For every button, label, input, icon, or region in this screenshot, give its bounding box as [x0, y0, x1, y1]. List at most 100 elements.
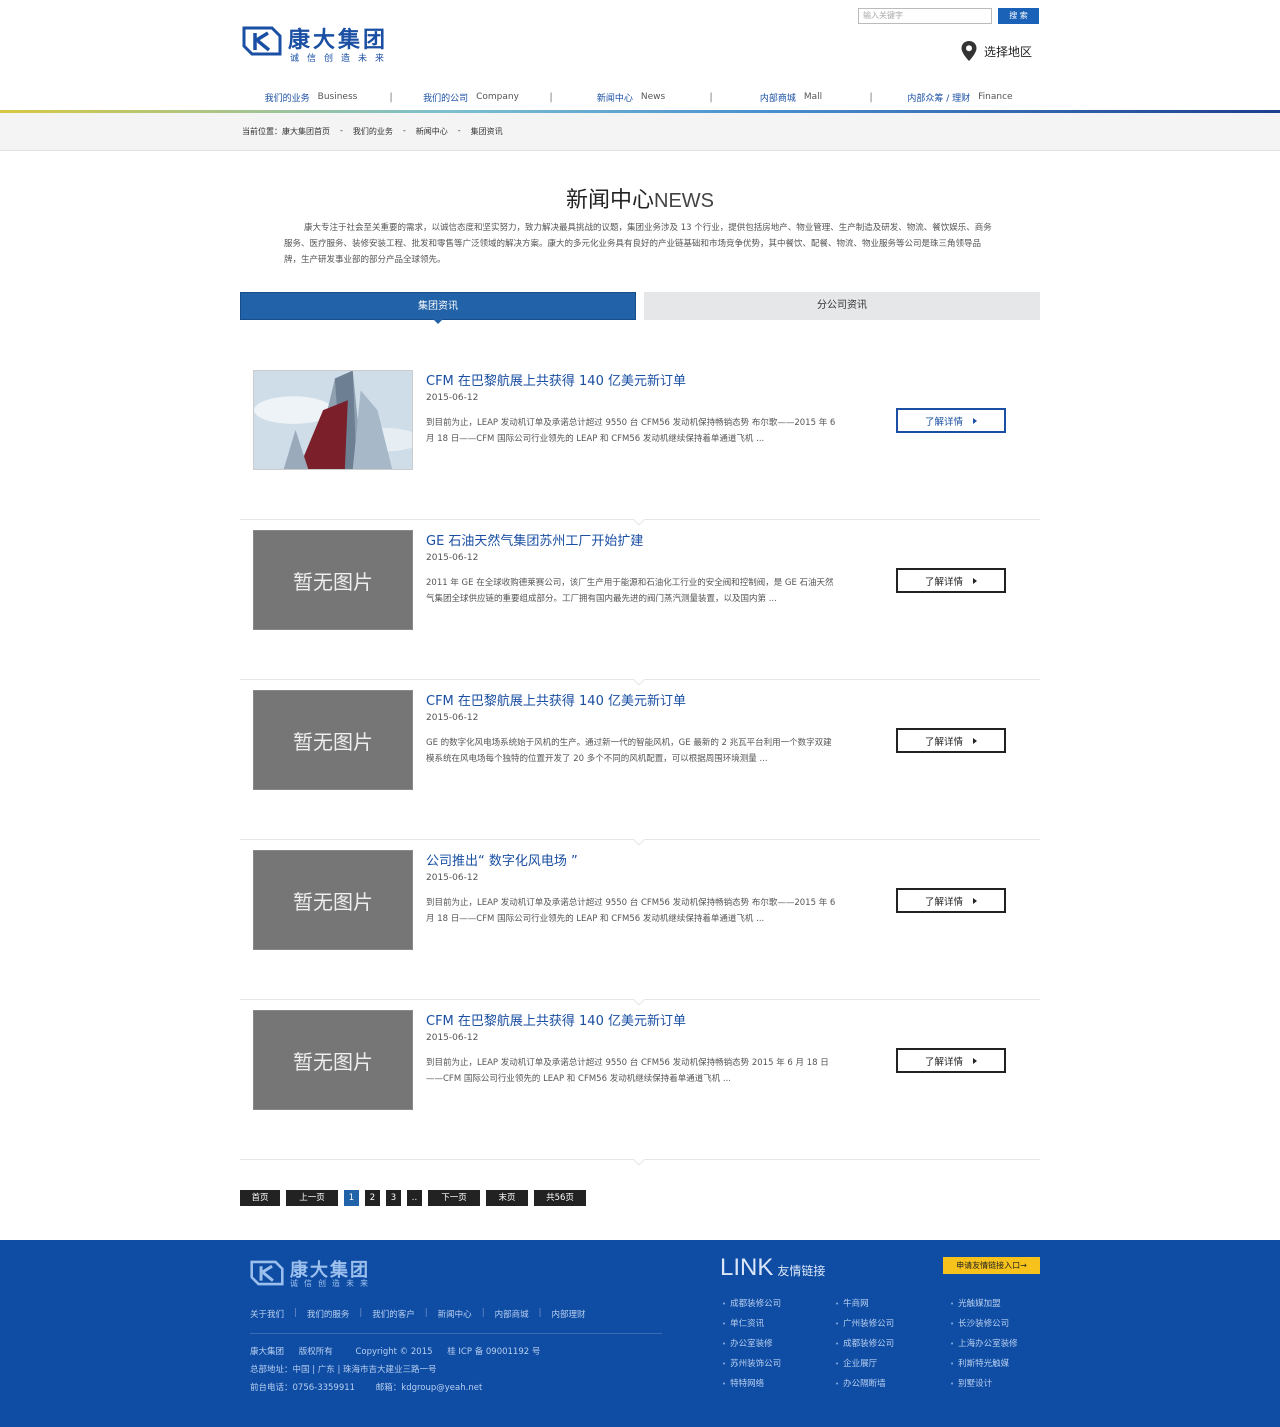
news-title[interactable]: CFM 在巴黎航展上共获得 140 亿美元新订单	[426, 690, 686, 709]
tab-branch-news[interactable]: 分公司资讯	[644, 292, 1040, 320]
friend-links-column: 光触媒加盟 长沙装修公司 上海办公室装修 利斯特光触媒 别墅设计	[950, 1296, 1018, 1396]
news-title[interactable]: CFM 在巴黎航展上共获得 140 亿美元新订单	[426, 1010, 686, 1029]
nav-item-company[interactable]: 我们的公司 Company	[400, 91, 542, 104]
nav-label-cn: 我们的公司	[423, 93, 469, 104]
page-title-en: NEWS	[654, 190, 714, 212]
news-date: 2015-06-12	[426, 713, 479, 723]
news-thumbnail[interactable]: 暂无图片	[253, 530, 413, 630]
read-more-button[interactable]: 了解详情	[896, 568, 1006, 593]
list-item: 暂无图片 公司推出“ 数字化风电场 ” 2015-06-12 到目前为止，LEA…	[240, 840, 1040, 1006]
news-thumbnail[interactable]	[253, 370, 413, 470]
news-thumbnail[interactable]: 暂无图片	[253, 690, 413, 790]
pager-first[interactable]: 首页	[240, 1190, 280, 1206]
region-selector[interactable]: 选择地区	[960, 40, 1032, 62]
arrow-right-icon	[973, 417, 977, 424]
news-thumbnail[interactable]: 暂无图片	[253, 850, 413, 950]
pager-ellipsis: ..	[407, 1190, 422, 1206]
nav-label-cn: 内部众筹 / 理财	[907, 93, 971, 104]
friend-link[interactable]: 牛商网	[835, 1296, 894, 1316]
nav-item-news[interactable]: 新闻中心 News	[560, 91, 702, 104]
nav-label-cn: 内部商城	[759, 93, 796, 104]
friend-link[interactable]: 特特网络	[722, 1376, 781, 1396]
search-input[interactable]: 输入关键字	[858, 8, 992, 24]
no-image-placeholder: 暂无图片	[293, 889, 373, 914]
pager-page-2[interactable]: 2	[365, 1190, 380, 1206]
list-item: 暂无图片 CFM 在巴黎航展上共获得 140 亿美元新订单 2015-06-12…	[240, 1000, 1040, 1166]
search-button[interactable]: 搜 索	[998, 8, 1039, 24]
pager-next[interactable]: 下一页	[428, 1190, 480, 1206]
nav-label-en: Finance	[978, 92, 1013, 102]
read-more-label: 了解详情	[924, 896, 963, 908]
pager-page-3[interactable]: 3	[386, 1190, 401, 1206]
read-more-button[interactable]: 了解详情	[896, 888, 1006, 913]
nav-item-mall[interactable]: 内部商城 Mall	[720, 91, 862, 104]
pager-page-1[interactable]: 1	[344, 1190, 359, 1206]
friend-links-column: 牛商网 广州装修公司 成都装修公司 企业展厅 办公隔断墙	[835, 1296, 894, 1396]
footer-link-mall[interactable]: 内部商城	[495, 1308, 529, 1320]
footer-link-services[interactable]: 我们的服务	[307, 1308, 350, 1320]
breadcrumb-sep: -	[340, 126, 343, 135]
pager-prev[interactable]: 上一页	[286, 1190, 338, 1206]
news-summary: GE 的数字化风电场系统始于风机的生产。通过新一代的智能风机，GE 最新的 2 …	[426, 738, 832, 764]
news-title[interactable]: 公司推出“ 数字化风电场 ”	[426, 850, 578, 869]
logo[interactable]: 康大集团 诚信创造未来	[242, 22, 412, 64]
breadcrumb-item[interactable]: 我们的业务	[353, 126, 393, 137]
news-date: 2015-06-12	[426, 873, 479, 883]
friend-link[interactable]: 长沙装修公司	[950, 1316, 1018, 1336]
friend-link[interactable]: 成都装修公司	[835, 1336, 894, 1356]
arrow-right-icon	[973, 737, 977, 744]
no-image-placeholder: 暂无图片	[293, 569, 373, 594]
friend-link[interactable]: 企业展厅	[835, 1356, 894, 1376]
divider-notch	[633, 1154, 645, 1166]
breadcrumb-sep: -	[457, 126, 461, 135]
friend-link[interactable]: 单仁资讯	[722, 1316, 781, 1336]
friend-link[interactable]: 办公隔断墙	[835, 1376, 894, 1396]
news-title[interactable]: GE 石油天然气集团苏州工厂开始扩建	[426, 530, 643, 549]
arrow-right-icon	[973, 577, 977, 584]
pager-last[interactable]: 末页	[486, 1190, 528, 1206]
nav-label-en: Company	[476, 92, 519, 102]
friend-link[interactable]: 办公室装修	[722, 1336, 781, 1356]
breadcrumb-item[interactable]: 新闻中心	[416, 126, 448, 137]
friend-link[interactable]: 别墅设计	[950, 1376, 1018, 1396]
arrow-right-icon	[973, 897, 977, 904]
nav-label-en: Mall	[803, 92, 823, 102]
footer-nav: 关于我们 | 我们的服务 | 我们的客户 | 新闻中心 | 内部商城 | 内部理…	[250, 1308, 585, 1320]
read-more-button[interactable]: 了解详情	[896, 1048, 1006, 1073]
friend-link[interactable]: 光触媒加盟	[950, 1296, 1018, 1316]
friend-link[interactable]: 苏州装饰公司	[722, 1356, 781, 1376]
friend-link[interactable]: 利斯特光触媒	[950, 1356, 1018, 1376]
breadcrumb-bar: 当前位置：康大集团首页 - 我们的业务 - 新闻中心 - 集团资讯	[0, 113, 1280, 151]
footer-divider	[250, 1333, 662, 1334]
apply-link-button[interactable]: 申请友情链接入口→	[943, 1257, 1040, 1274]
footer-link-about[interactable]: 关于我们	[250, 1308, 284, 1320]
news-tabs: 集团资讯 分公司资讯	[240, 292, 1040, 324]
tab-group-news[interactable]: 集团资讯	[240, 292, 636, 320]
arrow-right-icon	[973, 1057, 977, 1064]
no-image-placeholder: 暂无图片	[293, 1049, 373, 1074]
news-thumbnail[interactable]: 暂无图片	[253, 1010, 413, 1110]
footer-link-news[interactable]: 新闻中心	[438, 1308, 472, 1320]
breadcrumb-home[interactable]: 当前位置：康大集团首页	[242, 126, 330, 137]
read-more-button[interactable]: 了解详情	[896, 728, 1006, 753]
nav-label-cn: 新闻中心	[596, 93, 633, 104]
news-title[interactable]: CFM 在巴黎航展上共获得 140 亿美元新订单	[426, 370, 686, 389]
footer-email[interactable]: 邮箱：kdgroup@yeah.net	[376, 1383, 483, 1393]
nav-label-en: Business	[317, 92, 358, 102]
nav-item-finance[interactable]: 内部众筹 / 理财 Finance	[880, 91, 1040, 104]
nav-label-cn: 我们的业务	[264, 93, 310, 104]
read-more-label: 了解详情	[924, 576, 963, 588]
friend-link[interactable]: 上海办公室装修	[950, 1336, 1018, 1356]
nav-label-en: News	[640, 92, 666, 102]
footer-link-finance[interactable]: 内部理财	[551, 1308, 585, 1320]
breadcrumb-item[interactable]: 集团资讯	[471, 126, 503, 137]
friend-link[interactable]: 广州装修公司	[835, 1316, 894, 1336]
footer-link-sep: |	[359, 1308, 363, 1318]
news-date: 2015-06-12	[426, 1033, 479, 1043]
friend-link[interactable]: 成都装修公司	[722, 1296, 781, 1316]
breadcrumb: 当前位置：康大集团首页 - 我们的业务 - 新闻中心 - 集团资讯	[242, 126, 503, 137]
footer-phone: 前台电话：0756-3359911	[250, 1383, 356, 1393]
nav-item-business[interactable]: 我们的业务 Business	[240, 91, 382, 104]
footer-link-clients[interactable]: 我们的客户	[372, 1308, 415, 1320]
read-more-button[interactable]: 了解详情	[896, 408, 1006, 433]
